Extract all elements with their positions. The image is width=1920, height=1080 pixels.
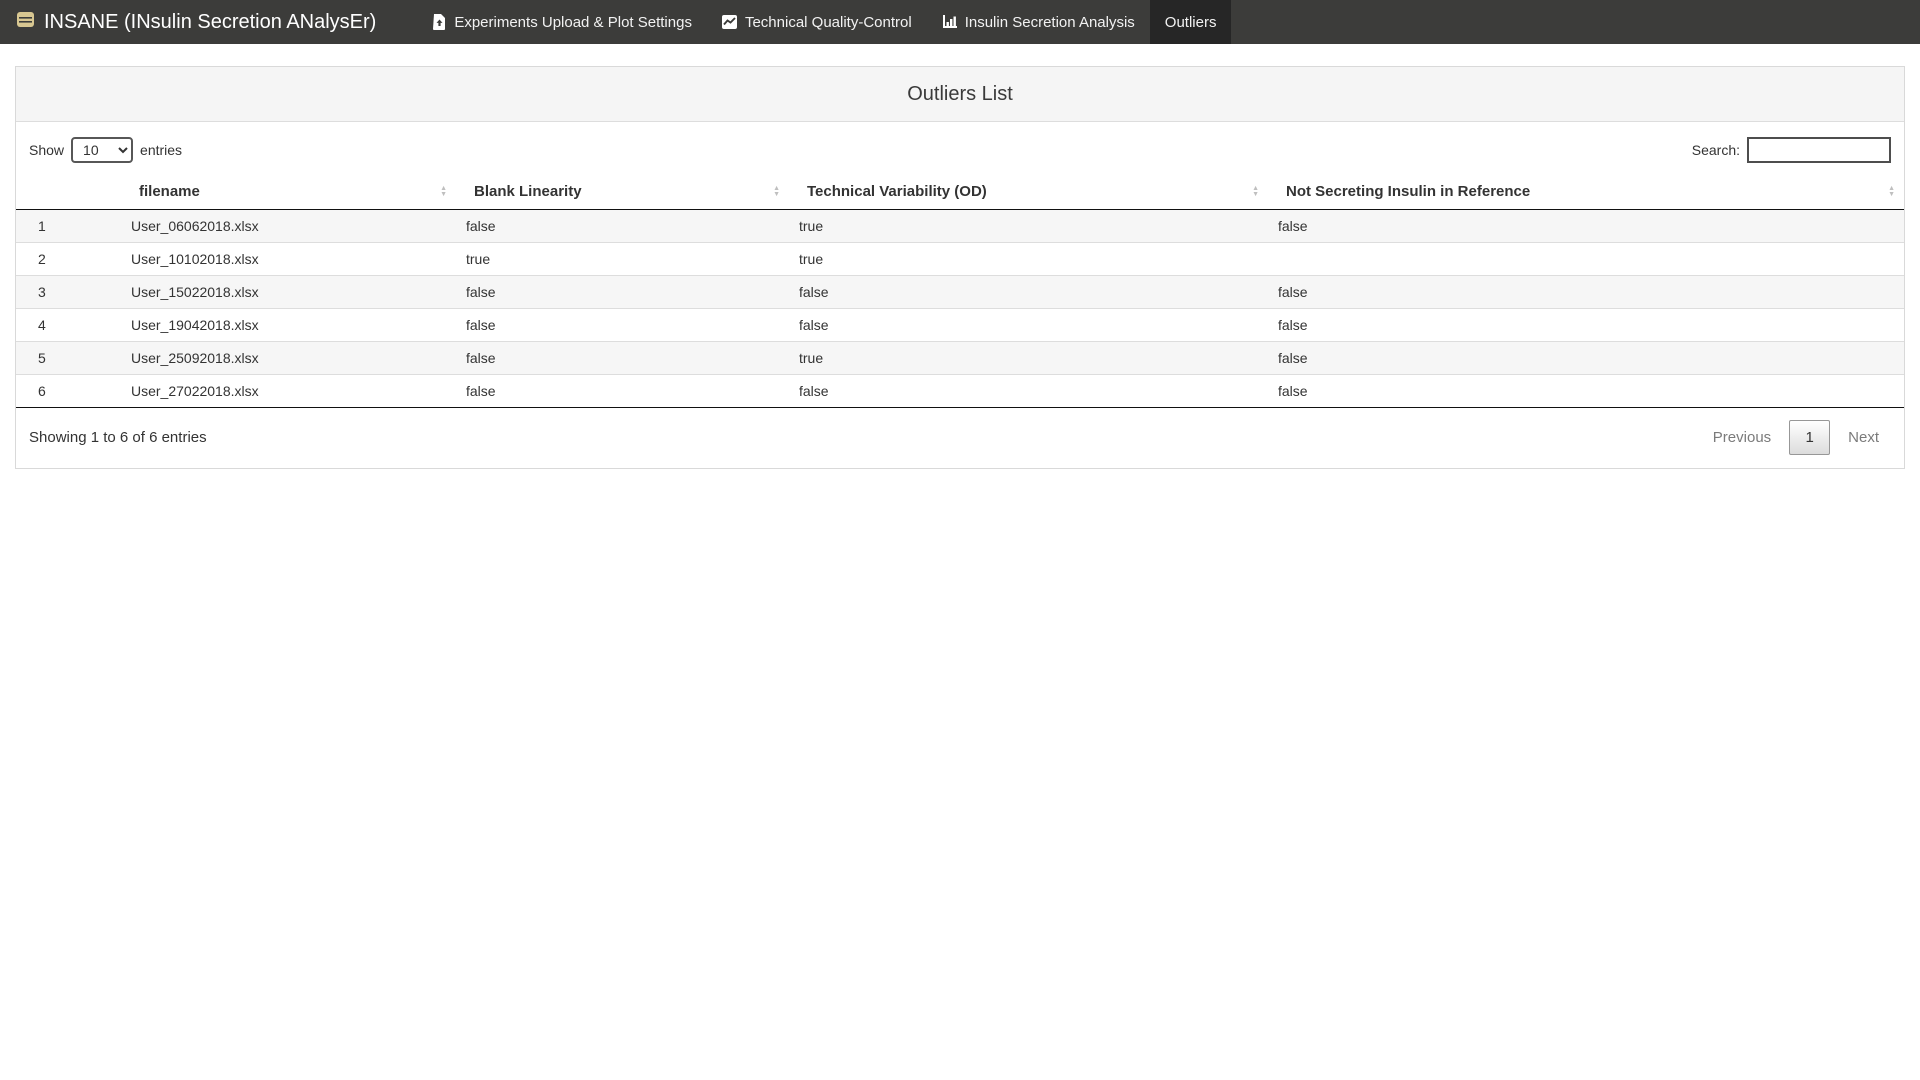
cell-technical-variability: true [789, 210, 1268, 243]
cell-blank-linearity: false [456, 375, 789, 408]
cell-index: 3 [16, 276, 121, 309]
cell-blank-linearity: false [456, 342, 789, 375]
sort-icon[interactable]: ▲▼ [1252, 186, 1259, 198]
cell-index: 4 [16, 309, 121, 342]
header-technical-variability[interactable]: Technical Variability (OD) ▲▼ [789, 174, 1268, 210]
pagination: Previous 1 Next [1701, 420, 1891, 455]
header-filename[interactable]: filename ▲▼ [121, 174, 456, 210]
cell-index: 1 [16, 210, 121, 243]
app-brand: INSANE (INsulin Secretion ANalysEr) [0, 0, 390, 44]
cell-filename: User_27022018.xlsx [121, 375, 456, 408]
cell-filename: User_06062018.xlsx [121, 210, 456, 243]
tab-label: Outliers [1165, 14, 1217, 31]
file-upload-icon [433, 14, 446, 30]
page-title: Outliers List [907, 83, 1013, 106]
cell-not-secreting [1268, 243, 1904, 276]
cell-not-secreting: false [1268, 276, 1904, 309]
table-row[interactable]: 6 User_27022018.xlsx false false false [16, 375, 1904, 408]
header-not-secreting[interactable]: Not Secreting Insulin in Reference ▲▼ [1268, 174, 1904, 210]
table-footer: Showing 1 to 6 of 6 entries Previous 1 N… [16, 408, 1904, 468]
search-label: Search: [1692, 142, 1740, 158]
cell-filename: User_19042018.xlsx [121, 309, 456, 342]
cell-not-secreting: false [1268, 375, 1904, 408]
table-header: filename ▲▼ Blank Linearity ▲▼ Technical… [16, 174, 1904, 210]
app-title: INSANE (INsulin Secretion ANalysEr) [44, 11, 376, 34]
tab-label: Technical Quality-Control [745, 14, 912, 31]
chart-line-icon [722, 15, 737, 29]
tab-outliers[interactable]: Outliers [1150, 0, 1232, 44]
search-input[interactable] [1747, 137, 1891, 163]
cell-index: 2 [16, 243, 121, 276]
table-row[interactable]: 5 User_25092018.xlsx false true false [16, 342, 1904, 375]
table-row[interactable]: 2 User_10102018.xlsx true true [16, 243, 1904, 276]
cell-filename: User_10102018.xlsx [121, 243, 456, 276]
cell-technical-variability: false [789, 276, 1268, 309]
cell-filename: User_15022018.xlsx [121, 276, 456, 309]
table-info: Showing 1 to 6 of 6 entries [29, 429, 207, 446]
cell-blank-linearity: true [456, 243, 789, 276]
cell-technical-variability: true [789, 243, 1268, 276]
tab-label: Insulin Secretion Analysis [965, 14, 1135, 31]
chart-bar-icon [942, 15, 957, 29]
entries-select[interactable]: 10 [71, 137, 133, 163]
table-row[interactable]: 4 User_19042018.xlsx false false false [16, 309, 1904, 342]
table-row[interactable]: 3 User_15022018.xlsx false false false [16, 276, 1904, 309]
tab-technical-quality-control[interactable]: Technical Quality-Control [707, 0, 927, 44]
tab-insulin-secretion-analysis[interactable]: Insulin Secretion Analysis [927, 0, 1150, 44]
table-body: 1 User_06062018.xlsx false true false 2 … [16, 210, 1904, 408]
cell-blank-linearity: false [456, 210, 789, 243]
sort-icon[interactable]: ▲▼ [773, 186, 780, 198]
cell-blank-linearity: false [456, 276, 789, 309]
search-control: Search: [1692, 137, 1891, 163]
cell-blank-linearity: false [456, 309, 789, 342]
cell-technical-variability: true [789, 342, 1268, 375]
page-1-button[interactable]: 1 [1789, 420, 1830, 455]
cell-not-secreting: false [1268, 309, 1904, 342]
header-blank-linearity[interactable]: Blank Linearity ▲▼ [456, 174, 789, 210]
entries-label: entries [140, 142, 182, 158]
cell-not-secreting: false [1268, 210, 1904, 243]
show-label: Show [29, 142, 64, 158]
previous-button[interactable]: Previous [1701, 421, 1783, 454]
navbar: INSANE (INsulin Secretion ANalysEr) Expe… [0, 0, 1920, 44]
table-row[interactable]: 1 User_06062018.xlsx false true false [16, 210, 1904, 243]
panel-heading: Outliers List [16, 67, 1904, 122]
next-button[interactable]: Next [1836, 421, 1891, 454]
sort-icon[interactable]: ▲▼ [440, 186, 447, 198]
header-index [16, 174, 121, 210]
length-control: Show 10 entries [29, 137, 182, 163]
cell-not-secreting: false [1268, 342, 1904, 375]
insane-logo-icon [16, 11, 35, 34]
cell-filename: User_25092018.xlsx [121, 342, 456, 375]
nav-tabs: Experiments Upload & Plot Settings Techn… [418, 0, 1231, 44]
cell-technical-variability: false [789, 309, 1268, 342]
tab-label: Experiments Upload & Plot Settings [454, 14, 692, 31]
tab-experiments-upload[interactable]: Experiments Upload & Plot Settings [418, 0, 707, 44]
cell-index: 6 [16, 375, 121, 408]
table-controls: Show 10 entries Search: [16, 122, 1904, 174]
outliers-panel: Outliers List Show 10 entries Search: [15, 66, 1905, 469]
sort-icon[interactable]: ▲▼ [1888, 186, 1895, 198]
outliers-table: filename ▲▼ Blank Linearity ▲▼ Technical… [16, 174, 1904, 408]
cell-technical-variability: false [789, 375, 1268, 408]
cell-index: 5 [16, 342, 121, 375]
